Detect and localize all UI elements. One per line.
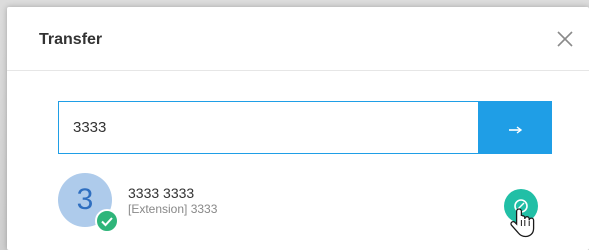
transfer-dialog: Transfer 3333 3 3333 3333 [Extension] 33… [7,7,589,250]
check-icon [101,217,113,227]
contact-list-item[interactable]: 3 3333 3333 [Extension] 3333 [58,173,552,238]
close-button[interactable] [553,27,577,51]
hand-pointer-icon [510,208,535,238]
close-icon [557,31,573,47]
search-row [58,101,552,154]
status-badge [95,209,119,233]
dialog-header: Transfer [7,7,589,71]
contact-extension: [Extension] 3333 [128,202,218,216]
contact-name: 3333 3333 [128,185,195,201]
page-backdrop: Transfer 3333 3 3333 3333 [Extension] 33… [0,0,589,250]
go-button[interactable] [478,101,552,154]
dialog-title: Transfer [39,31,103,48]
arrow-right-icon [509,126,523,134]
search-input[interactable] [58,101,491,154]
